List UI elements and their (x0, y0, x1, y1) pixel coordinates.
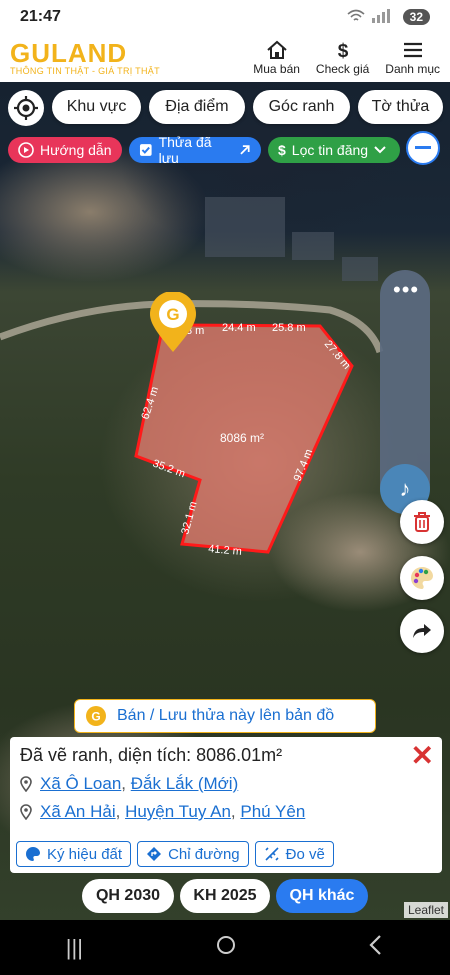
guland-logo-icon: G (86, 706, 106, 726)
checkbox-icon (139, 144, 152, 156)
map-view[interactable]: 3 m 24.4 m 25.8 m 27.8 m 97.4 m 41.2 m 3… (0, 82, 450, 920)
crosshair-icon (14, 96, 38, 120)
app-header: GULAND THÔNG TIN THẬT - GIÁ TRỊ THẬT Mua… (0, 34, 450, 82)
chip-to-thua[interactable]: Tờ thửa (358, 90, 443, 124)
pin-icon (20, 776, 32, 792)
arrow-up-right-icon (240, 145, 250, 155)
system-nav-bar: ||| (0, 920, 450, 975)
measure-button[interactable]: Đo vẽ (254, 841, 334, 867)
nav-check-gia[interactable]: $ Check giá (316, 40, 369, 76)
recent-apps-icon[interactable]: ||| (66, 935, 83, 961)
district-old-link[interactable]: Huyện Tuy An (125, 802, 231, 821)
palette-icon (26, 847, 40, 861)
locate-button[interactable] (8, 90, 44, 126)
edge-label: 24.4 m (222, 322, 256, 334)
logo[interactable]: GULAND THÔNG TIN THẬT - GIÁ TRỊ THẬT (10, 40, 160, 76)
signal-icon (371, 8, 397, 26)
dollar-icon: $ (337, 41, 348, 60)
guide-label: Hướng dẫn (40, 142, 112, 158)
edge-label: 97.4 m (292, 447, 316, 483)
nav-mua-ban[interactable]: Mua bán (253, 40, 300, 76)
filter-label: Lọc tin đăng (291, 142, 369, 158)
edge-label: 35.2 m (151, 458, 187, 481)
filter-listings-pill[interactable]: $ Lọc tin đăng (268, 137, 400, 163)
measure-label: Đo vẽ (285, 845, 325, 863)
measure-icon (265, 847, 279, 861)
delete-button[interactable] (400, 500, 444, 544)
parcel-area-label: 8086 m² (220, 431, 264, 445)
back-icon[interactable] (368, 934, 384, 962)
sell-save-banner[interactable]: G Bán / Lưu thửa này lên bản đồ (74, 699, 376, 733)
logo-tagline: THÔNG TIN THẬT - GIÁ TRỊ THẬT (10, 66, 160, 76)
svg-text:$: $ (337, 41, 348, 60)
directions-button[interactable]: Chỉ đường (137, 841, 249, 867)
pin-icon (20, 804, 32, 820)
province-new-link[interactable]: Đắk Lắk (Mới) (131, 774, 239, 793)
chip-goc-ranh[interactable]: Góc ranh (253, 90, 350, 124)
directions-icon (147, 847, 162, 861)
logo-brand: GULAND (10, 38, 128, 68)
share-arrow-icon (413, 624, 431, 638)
directions-label: Chỉ đường (168, 845, 240, 863)
land-symbol-button[interactable]: Ký hiệu đất (16, 841, 132, 867)
home-icon[interactable] (215, 934, 237, 962)
banner-label: Bán / Lưu thửa này lên bản đồ (117, 707, 335, 724)
more-dots-icon[interactable]: ••• (393, 279, 419, 301)
edge-label: 32.1 m (179, 500, 199, 536)
edge-label: 41.2 m (208, 543, 243, 558)
status-bar: 21:47 32 (0, 0, 450, 34)
commune-old-link[interactable]: Xã An Hải (40, 802, 116, 821)
house-icon (266, 40, 287, 59)
clock: 21:47 (20, 8, 61, 25)
location-marker-icon[interactable]: G (148, 292, 198, 354)
play-circle-icon (18, 142, 34, 158)
status-icons: 32 (347, 8, 430, 26)
commune-new-link[interactable]: Xã Ô Loan (40, 774, 121, 793)
minus-icon (415, 146, 431, 149)
edge-label: 27.8 m (322, 338, 353, 371)
chip-khu-vuc[interactable]: Khu vực (52, 90, 141, 124)
edge-label: 62.4 m (139, 385, 161, 421)
parcel-info-card: Đã vẽ ranh, diện tích: 8086.01m² ✕ Xã Ô … (10, 737, 442, 873)
close-icon[interactable]: ✕ (411, 739, 434, 772)
battery-indicator: 32 (402, 9, 430, 25)
map-attribution[interactable]: Leaflet (403, 902, 448, 918)
dollar-icon: $ (278, 142, 286, 158)
province-old-link[interactable]: Phú Yên (240, 802, 305, 821)
location-old-row: Xã An Hải, Huyện Tuy An, Phú Yên (20, 802, 432, 822)
tab-qh-2030[interactable]: QH 2030 (82, 879, 174, 913)
edge-label: 25.8 m (272, 322, 306, 334)
card-actions: Ký hiệu đất Chỉ đường Đo vẽ (16, 841, 334, 867)
menu-icon (403, 42, 422, 58)
chevron-down-icon (374, 146, 386, 154)
guide-pill[interactable]: Hướng dẫn (8, 137, 122, 163)
nav-danh-muc[interactable]: Danh mục (385, 40, 440, 76)
zoom-out-button[interactable] (406, 131, 440, 165)
chip-dia-diem[interactable]: Địa điểm (149, 90, 245, 124)
land-symbol-label: Ký hiệu đất (47, 845, 123, 863)
tab-kh-2025[interactable]: KH 2025 (180, 879, 270, 913)
trash-icon (414, 512, 430, 532)
tab-qh-khac[interactable]: QH khác (276, 879, 368, 913)
svg-text:G: G (91, 710, 100, 724)
nav-mua-ban-label: Mua bán (253, 62, 300, 76)
nav-check-gia-label: Check giá (315, 62, 370, 76)
wifi-icon (347, 9, 365, 26)
saved-label: Thửa đã lưu (158, 134, 212, 166)
nav-danh-muc-label: Danh mục (385, 62, 440, 76)
location-new-row: Xã Ô Loan, Đắk Lắk (Mới) (20, 774, 432, 794)
saved-parcels-pill[interactable]: Thửa đã lưu (129, 134, 261, 166)
svg-text:G: G (166, 305, 179, 324)
header-nav: Mua bán $ Check giá Danh mục (253, 40, 440, 76)
palette-button[interactable] (400, 556, 444, 600)
share-button[interactable] (400, 609, 444, 653)
parcel-area-title: Đã vẽ ranh, diện tích: 8086.01m² (20, 745, 283, 765)
palette-icon (411, 567, 433, 589)
